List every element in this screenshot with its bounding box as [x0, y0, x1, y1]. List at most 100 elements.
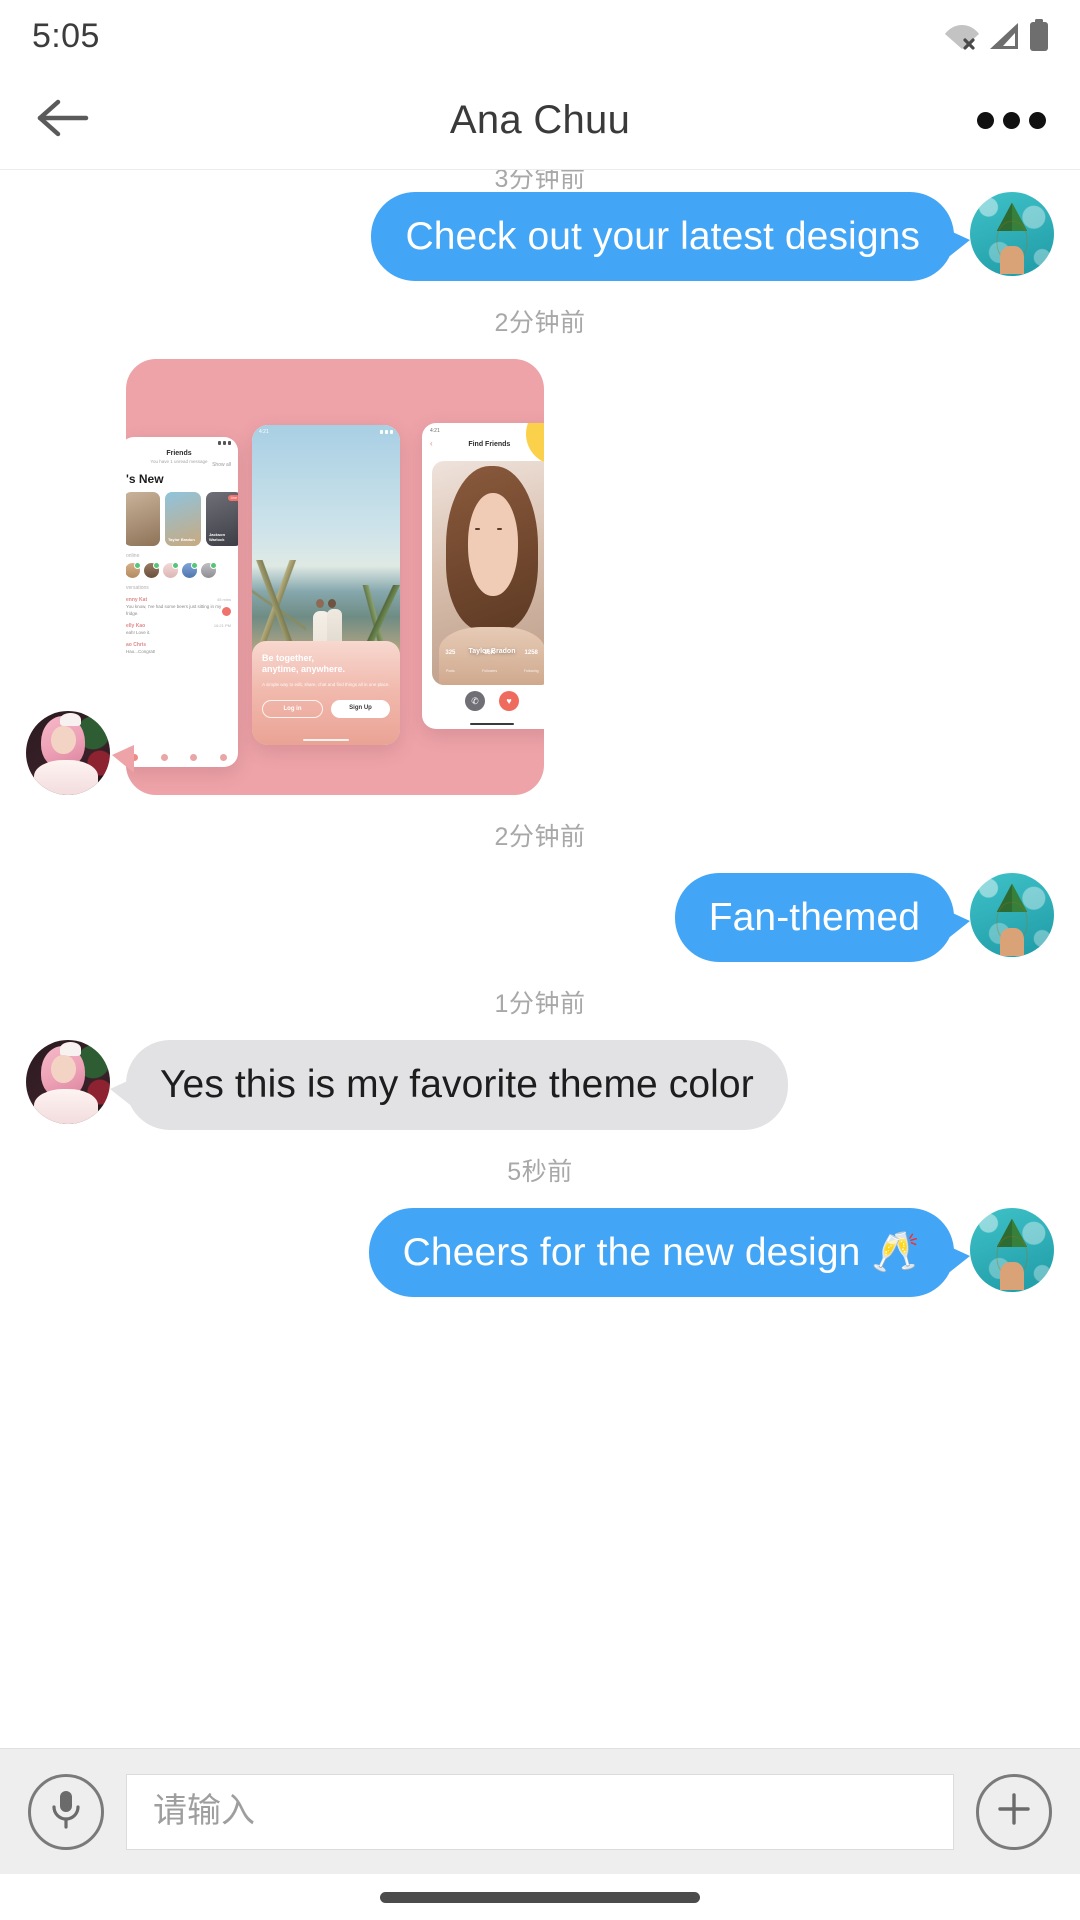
mockup-stat-value: 325	[445, 650, 456, 657]
message-timestamp: 1分钟前	[494, 990, 586, 1019]
page-title: Ana Chuu	[449, 98, 631, 142]
mockup-yellow-accent	[526, 423, 544, 466]
avatar[interactable]	[970, 873, 1054, 958]
mockup-tab-setting[interactable]	[190, 754, 198, 762]
mockup-thread[interactable]: elly Kao 16:21 PM eah! Love it.	[126, 617, 238, 636]
message-row: Friends You have 1 unread message 's New…	[0, 359, 1080, 796]
mockup-section-heading: 's New	[126, 472, 164, 487]
mockup-tab-messages[interactable]	[160, 754, 168, 762]
message-list[interactable]: 3分钟前 Check out your latest designs 2分钟前	[0, 170, 1080, 1748]
avatar[interactable]	[970, 1207, 1054, 1292]
mockup-online-avatar[interactable]	[163, 562, 179, 579]
mockup-tab-friends[interactable]	[131, 754, 139, 762]
mockup-tab-bar	[126, 754, 238, 762]
message-timestamp: 5秒前	[507, 1157, 573, 1186]
mockup-stat: 1258 Following	[524, 641, 539, 677]
mockup-online-avatars	[126, 559, 238, 579]
mockup-signup-button[interactable]: Sign Up	[331, 700, 390, 719]
mockup-onboarding-panel: Be together, anytime, anywhere. A simple…	[252, 641, 400, 746]
mockup-online-avatar[interactable]	[182, 562, 198, 579]
dress-shape	[34, 759, 99, 796]
mockup-status-row	[126, 437, 238, 446]
mockup-stat-label: Posts	[445, 669, 455, 674]
mockup-home-indicator	[470, 722, 514, 726]
sent-message-bubble[interactable]: Cheers for the new design 🥂	[368, 1207, 971, 1297]
mockup-thread[interactable]: enny Kat 45 mins You know, I've had some…	[126, 591, 238, 617]
status-bar: 5:05	[0, 0, 1080, 72]
mockup-thread-time: 45 mins	[216, 597, 231, 603]
home-indicator[interactable]	[380, 1891, 700, 1903]
more-options-button[interactable]	[966, 85, 1046, 157]
image-message[interactable]: Friends You have 1 unread message 's New…	[112, 359, 544, 796]
message-row: Cheers for the new design 🥂	[0, 1207, 1080, 1297]
more-options-icon	[1029, 112, 1046, 129]
mockup-button-group: Log in Sign Up	[262, 700, 390, 719]
add-attachment-button[interactable]	[976, 1773, 1052, 1850]
palm-leaf-left	[252, 559, 306, 652]
sent-message-bubble[interactable]: Check out your latest designs	[371, 192, 970, 282]
like-action-icon[interactable]: ♥	[499, 691, 519, 712]
mockup-show-all-link[interactable]: Show all	[212, 462, 231, 468]
dress-shape	[34, 1089, 99, 1125]
mockup-stat: 16K Followers	[482, 641, 497, 677]
battery-full-icon	[1028, 19, 1050, 53]
mockup-action-row: ✆ ♥	[422, 691, 544, 712]
sent-message-bubble[interactable]: Fan-themed	[674, 873, 971, 963]
mockup-online-avatar[interactable]	[144, 562, 160, 579]
mockup-stat-value: 1258	[524, 650, 538, 657]
message-timestamp: 2分钟前	[494, 823, 586, 852]
mockup-thread[interactable]: ao Chris Hao...Congrat!	[126, 636, 238, 655]
more-options-icon	[1003, 112, 1020, 129]
message-row: Fan-themed	[0, 873, 1080, 963]
message-input-wrapper[interactable]	[126, 1773, 954, 1850]
hat-shape	[59, 1042, 82, 1056]
avatar[interactable]	[26, 711, 110, 796]
mockup-story-name: Taylor Bradon	[168, 536, 195, 542]
message-row: Yes this is my favorite theme color	[0, 1040, 1080, 1130]
message-input-bar	[0, 1748, 1080, 1874]
mockup-stat-label: Following	[523, 669, 539, 674]
mockup-screen-onboarding: 4:21 Be together, anytime, anywhere. A s…	[252, 425, 400, 746]
mockup-login-button[interactable]: Log in	[262, 700, 323, 719]
face-shape	[468, 492, 519, 596]
status-bar-icons	[944, 19, 1050, 53]
plus-circle-icon	[992, 1787, 1036, 1836]
mockup-headline: Be together, anytime, anywhere.	[262, 653, 346, 675]
mockup-online-avatar[interactable]	[201, 562, 217, 579]
mockup-stats-row: 325 Posts 16K Followers 1258 Following	[432, 641, 544, 677]
mockup-stat-value: 16K	[484, 650, 496, 657]
voice-record-button[interactable]	[28, 1773, 104, 1850]
received-message-bubble[interactable]: Yes this is my favorite theme color	[110, 1040, 788, 1130]
face-shape	[51, 725, 77, 755]
message-timestamp: 2分钟前	[494, 309, 586, 338]
mockup-story-card[interactable]: Taylor Bradon	[165, 492, 201, 547]
message-timestamp: 3分钟前	[494, 170, 586, 192]
mockup-unread-badge	[222, 606, 231, 616]
microphone-icon	[49, 1788, 83, 1835]
hat-shape	[59, 712, 82, 727]
mockup-online-avatar[interactable]	[126, 562, 141, 579]
mockup-story-list: Taylor Bradon Live Jackson Warlock	[126, 486, 238, 547]
home-indicator-area	[0, 1874, 1080, 1920]
mockup-story-card[interactable]: Live Jackson Warlock	[206, 492, 238, 547]
mockup-profile-card[interactable]: Taylor Bradon 325 Posts 16K Followers 12…	[432, 461, 544, 686]
mockup-title: Friends	[166, 450, 192, 458]
hand-icon	[1000, 1262, 1024, 1291]
avatar[interactable]	[26, 1040, 110, 1125]
chat-screen: 5:05 Ana Chuu 3分钟前 Check out your latest…	[0, 0, 1080, 1920]
chat-action-icon[interactable]: ✆	[465, 691, 485, 712]
mockup-tab-profile[interactable]	[219, 754, 227, 762]
more-options-icon	[977, 112, 994, 129]
mockup-thread-preview: Hao...Congrat!	[126, 649, 156, 655]
mockup-screen-find-friends: 4:21 ‹ Find Friends Taylor Bradon 325 Po…	[422, 423, 544, 730]
mockup-story-card[interactable]	[126, 492, 160, 547]
back-arrow-icon	[34, 96, 90, 145]
mockup-status-icons	[380, 430, 393, 435]
mockup-story-name: Jackson Warlock	[209, 532, 226, 542]
message-row: Check out your latest designs	[0, 192, 1080, 282]
hand-icon	[1000, 246, 1024, 275]
avatar[interactable]	[970, 192, 1054, 276]
message-input[interactable]	[153, 1792, 927, 1831]
back-button[interactable]	[34, 85, 106, 157]
design-mockup-image[interactable]: Friends You have 1 unread message 's New…	[126, 359, 544, 796]
